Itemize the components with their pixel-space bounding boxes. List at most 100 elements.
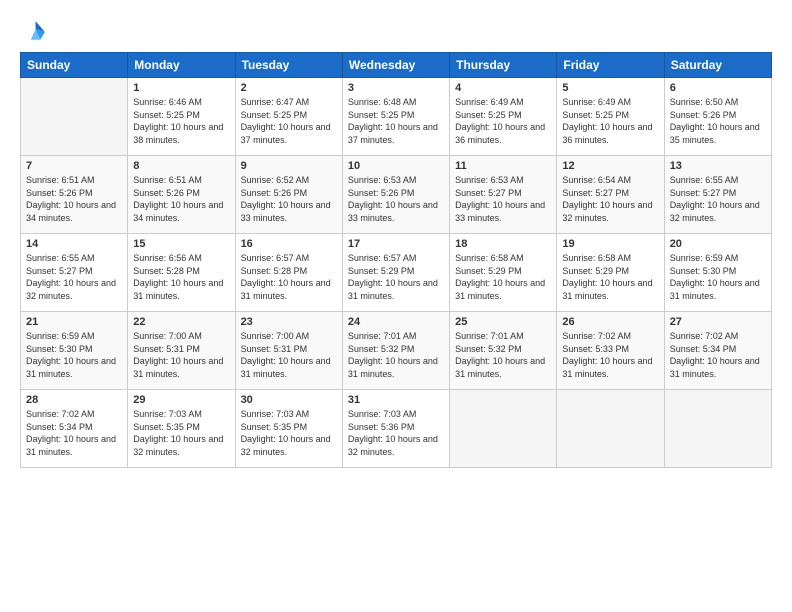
calendar-cell: 8 Sunrise: 6:51 AMSunset: 5:26 PMDaylight…: [128, 156, 235, 234]
day-number: 15: [133, 238, 229, 250]
cell-info: Sunrise: 7:03 AMSunset: 5:36 PMDaylight:…: [348, 408, 444, 458]
calendar-cell: 6 Sunrise: 6:50 AMSunset: 5:26 PMDaylight…: [664, 78, 771, 156]
cell-info: Sunrise: 6:51 AMSunset: 5:26 PMDaylight:…: [133, 174, 229, 224]
day-number: 14: [26, 238, 122, 250]
calendar-cell: 1Sunrise: 6:46 AMSunset: 5:25 PMDaylight…: [128, 78, 235, 156]
day-number: 5: [562, 82, 658, 94]
day-number: 18: [455, 238, 551, 250]
calendar-cell: [21, 78, 128, 156]
calendar-cell: [450, 390, 557, 468]
cell-info: Sunrise: 7:03 AMSunset: 5:35 PMDaylight:…: [133, 408, 229, 458]
calendar-cell: [664, 390, 771, 468]
cell-info: Sunrise: 6:58 AMSunset: 5:29 PMDaylight:…: [455, 252, 551, 302]
week-row-1: 1Sunrise: 6:46 AMSunset: 5:25 PMDaylight…: [21, 78, 772, 156]
cell-info: Sunrise: 7:03 AMSunset: 5:35 PMDaylight:…: [241, 408, 337, 458]
calendar-cell: 28 Sunrise: 7:02 AMSunset: 5:34 PMDayligh…: [21, 390, 128, 468]
day-number: 6: [670, 82, 766, 94]
cell-info: Sunrise: 6:58 AMSunset: 5:29 PMDaylight:…: [562, 252, 658, 302]
cell-info: Sunrise: 6:55 AMSunset: 5:27 PMDaylight:…: [670, 174, 766, 224]
week-row-3: 14 Sunrise: 6:55 AMSunset: 5:27 PMDayligh…: [21, 234, 772, 312]
calendar-header-row: SundayMondayTuesdayWednesdayThursdayFrid…: [21, 53, 772, 78]
cell-info: Sunrise: 7:00 AMSunset: 5:31 PMDaylight:…: [241, 330, 337, 380]
cell-info: Sunrise: 6:53 AMSunset: 5:27 PMDaylight:…: [455, 174, 551, 224]
cell-info: Sunrise: 6:46 AMSunset: 5:25 PMDaylight:…: [133, 96, 229, 146]
cell-info: Sunrise: 6:49 AMSunset: 5:25 PMDaylight:…: [562, 96, 658, 146]
calendar-cell: 23 Sunrise: 7:00 AMSunset: 5:31 PMDayligh…: [235, 312, 342, 390]
calendar-cell: 18 Sunrise: 6:58 AMSunset: 5:29 PMDayligh…: [450, 234, 557, 312]
calendar-cell: 13 Sunrise: 6:55 AMSunset: 5:27 PMDayligh…: [664, 156, 771, 234]
day-number: 30: [241, 394, 337, 406]
day-header-sunday: Sunday: [21, 53, 128, 78]
day-header-monday: Monday: [128, 53, 235, 78]
cell-info: Sunrise: 6:59 AMSunset: 5:30 PMDaylight:…: [670, 252, 766, 302]
calendar-cell: 15 Sunrise: 6:56 AMSunset: 5:28 PMDayligh…: [128, 234, 235, 312]
day-number: 27: [670, 316, 766, 328]
calendar-cell: 29Sunrise: 7:03 AMSunset: 5:35 PMDayligh…: [128, 390, 235, 468]
day-header-friday: Friday: [557, 53, 664, 78]
week-row-2: 7 Sunrise: 6:51 AMSunset: 5:26 PMDaylight…: [21, 156, 772, 234]
calendar-cell: 27 Sunrise: 7:02 AMSunset: 5:34 PMDayligh…: [664, 312, 771, 390]
calendar-cell: [557, 390, 664, 468]
day-number: 7: [26, 160, 122, 172]
day-header-thursday: Thursday: [450, 53, 557, 78]
cell-info: Sunrise: 6:55 AMSunset: 5:27 PMDaylight:…: [26, 252, 122, 302]
cell-info: Sunrise: 7:02 AMSunset: 5:33 PMDaylight:…: [562, 330, 658, 380]
cell-info: Sunrise: 6:57 AMSunset: 5:28 PMDaylight:…: [241, 252, 337, 302]
calendar-cell: 2 Sunrise: 6:47 AMSunset: 5:25 PMDaylight…: [235, 78, 342, 156]
day-number: 16: [241, 238, 337, 250]
cell-info: Sunrise: 7:01 AMSunset: 5:32 PMDaylight:…: [455, 330, 551, 380]
cell-info: Sunrise: 6:47 AMSunset: 5:25 PMDaylight:…: [241, 96, 337, 146]
day-number: 4: [455, 82, 551, 94]
calendar-cell: 10Sunrise: 6:53 AMSunset: 5:26 PMDayligh…: [342, 156, 449, 234]
calendar-cell: 14 Sunrise: 6:55 AMSunset: 5:27 PMDayligh…: [21, 234, 128, 312]
cell-info: Sunrise: 6:51 AMSunset: 5:26 PMDaylight:…: [26, 174, 122, 224]
cell-info: Sunrise: 6:52 AMSunset: 5:26 PMDaylight:…: [241, 174, 337, 224]
calendar-cell: 19 Sunrise: 6:58 AMSunset: 5:29 PMDayligh…: [557, 234, 664, 312]
calendar-cell: 4 Sunrise: 6:49 AMSunset: 5:25 PMDaylight…: [450, 78, 557, 156]
calendar-cell: 20 Sunrise: 6:59 AMSunset: 5:30 PMDayligh…: [664, 234, 771, 312]
day-number: 20: [670, 238, 766, 250]
day-number: 13: [670, 160, 766, 172]
cell-info: Sunrise: 6:50 AMSunset: 5:26 PMDaylight:…: [670, 96, 766, 146]
calendar-cell: 26 Sunrise: 7:02 AMSunset: 5:33 PMDayligh…: [557, 312, 664, 390]
day-number: 17: [348, 238, 444, 250]
calendar-cell: 22Sunrise: 7:00 AMSunset: 5:31 PMDayligh…: [128, 312, 235, 390]
day-number: 8: [133, 160, 229, 172]
logo: [20, 18, 52, 46]
cell-info: Sunrise: 6:53 AMSunset: 5:26 PMDaylight:…: [348, 174, 444, 224]
week-row-4: 21 Sunrise: 6:59 AMSunset: 5:30 PMDayligh…: [21, 312, 772, 390]
day-number: 22: [133, 316, 229, 328]
cell-info: Sunrise: 7:02 AMSunset: 5:34 PMDaylight:…: [670, 330, 766, 380]
header: [20, 18, 772, 46]
day-number: 28: [26, 394, 122, 406]
day-number: 26: [562, 316, 658, 328]
calendar-cell: 31Sunrise: 7:03 AMSunset: 5:36 PMDayligh…: [342, 390, 449, 468]
calendar-cell: 5 Sunrise: 6:49 AMSunset: 5:25 PMDaylight…: [557, 78, 664, 156]
cell-info: Sunrise: 7:01 AMSunset: 5:32 PMDaylight:…: [348, 330, 444, 380]
calendar-cell: 25 Sunrise: 7:01 AMSunset: 5:32 PMDayligh…: [450, 312, 557, 390]
cell-info: Sunrise: 6:59 AMSunset: 5:30 PMDaylight:…: [26, 330, 122, 380]
cell-info: Sunrise: 6:54 AMSunset: 5:27 PMDaylight:…: [562, 174, 658, 224]
day-number: 9: [241, 160, 337, 172]
calendar-cell: 9 Sunrise: 6:52 AMSunset: 5:26 PMDaylight…: [235, 156, 342, 234]
calendar-cell: 17Sunrise: 6:57 AMSunset: 5:29 PMDayligh…: [342, 234, 449, 312]
day-number: 3: [348, 82, 444, 94]
cell-info: Sunrise: 6:56 AMSunset: 5:28 PMDaylight:…: [133, 252, 229, 302]
day-number: 24: [348, 316, 444, 328]
day-number: 25: [455, 316, 551, 328]
day-number: 11: [455, 160, 551, 172]
calendar-cell: 3 Sunrise: 6:48 AMSunset: 5:25 PMDaylight…: [342, 78, 449, 156]
cell-info: Sunrise: 6:48 AMSunset: 5:25 PMDaylight:…: [348, 96, 444, 146]
calendar-cell: 12Sunrise: 6:54 AMSunset: 5:27 PMDayligh…: [557, 156, 664, 234]
day-number: 21: [26, 316, 122, 328]
day-number: 2: [241, 82, 337, 94]
day-header-wednesday: Wednesday: [342, 53, 449, 78]
cell-info: Sunrise: 6:49 AMSunset: 5:25 PMDaylight:…: [455, 96, 551, 146]
calendar-table: SundayMondayTuesdayWednesdayThursdayFrid…: [20, 52, 772, 468]
week-row-5: 28 Sunrise: 7:02 AMSunset: 5:34 PMDayligh…: [21, 390, 772, 468]
day-number: 19: [562, 238, 658, 250]
day-header-saturday: Saturday: [664, 53, 771, 78]
cell-info: Sunrise: 7:02 AMSunset: 5:34 PMDaylight:…: [26, 408, 122, 458]
day-number: 23: [241, 316, 337, 328]
calendar-page: SundayMondayTuesdayWednesdayThursdayFrid…: [0, 0, 792, 612]
